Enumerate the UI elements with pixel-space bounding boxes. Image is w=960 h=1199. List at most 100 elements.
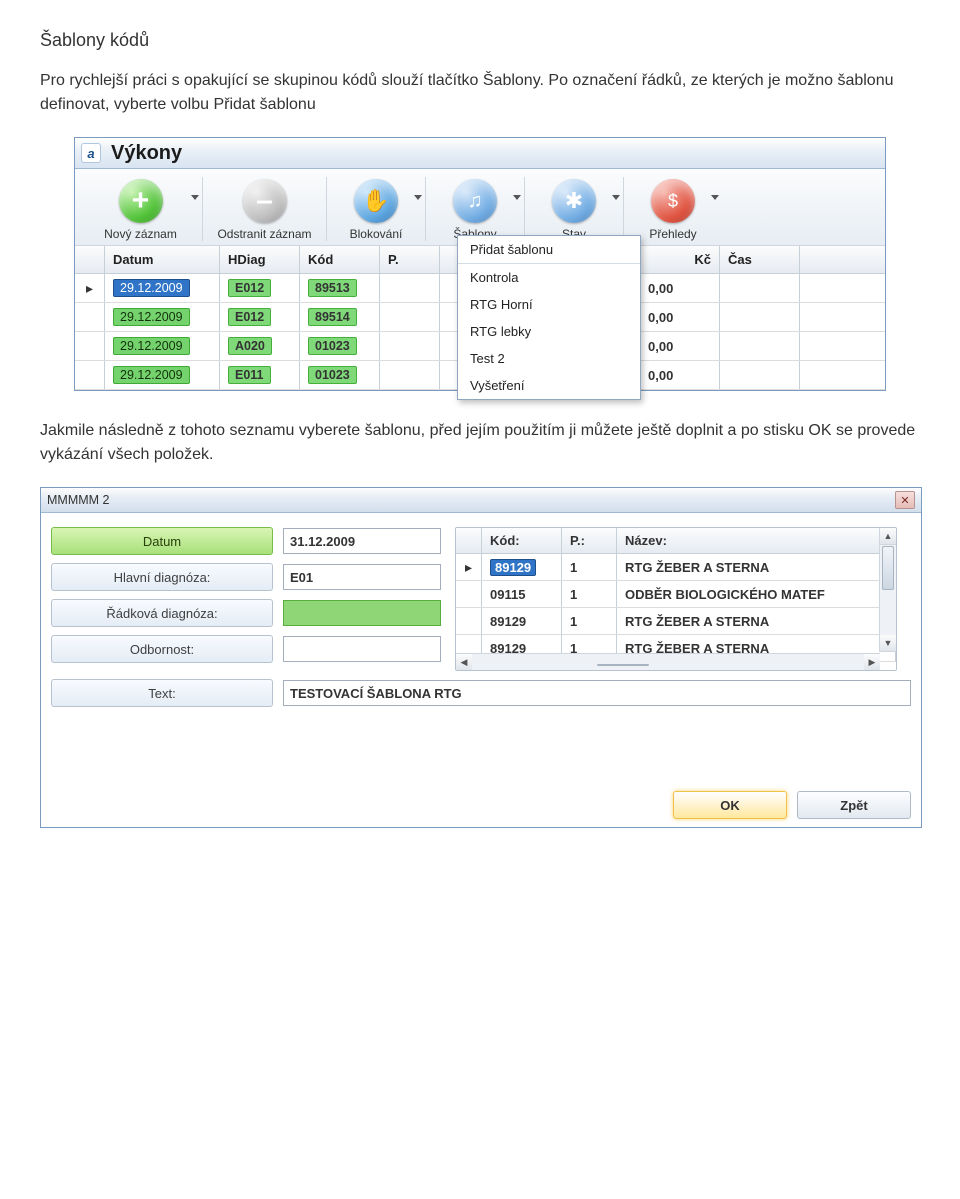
- intro-paragraph-1: Pro rychlejší práci s opakující se skupi…: [40, 69, 920, 117]
- new-record-label: Nový záznam: [104, 227, 177, 241]
- chevron-down-icon[interactable]: [414, 195, 422, 200]
- cell-nazev: RTG ŽEBER A STERNA: [617, 608, 896, 634]
- right-table-header: Kód: P.: Název:: [456, 528, 896, 554]
- window-vykony: a Výkony + Nový záznam – Odstranit zázna…: [74, 137, 886, 391]
- scroll-thumb[interactable]: [882, 546, 894, 590]
- chevron-down-icon[interactable]: [612, 195, 620, 200]
- th-p[interactable]: P.: [380, 246, 440, 273]
- cell-nazev: RTG ŽEBER A STERNA: [617, 554, 896, 580]
- window-title: Výkony: [111, 142, 182, 165]
- input-text[interactable]: TESTOVACÍ ŠABLONA RTG: [283, 680, 911, 706]
- toolbar: + Nový záznam – Odstranit záznam ✋ Bloko…: [75, 169, 885, 246]
- th-hdiag[interactable]: HDiag: [220, 246, 300, 273]
- intro-paragraph-2: Jakmile následně z tohoto seznamu vybere…: [40, 419, 920, 467]
- table-row[interactable]: 89129 1 RTG ŽEBER A STERNA: [456, 608, 896, 635]
- note-icon: ♫: [453, 179, 497, 223]
- remove-record-label: Odstranit záznam: [217, 227, 311, 241]
- dropdown-item-rtg-horni[interactable]: RTG Horní: [458, 291, 640, 318]
- label-text: Text:: [51, 679, 273, 707]
- dropdown-item-add-template[interactable]: Přidat šablonu: [458, 236, 640, 264]
- cell-kod: 09115: [482, 581, 562, 607]
- dropdown-item-rtg-lebky[interactable]: RTG lebky: [458, 318, 640, 345]
- window-titlebar: a Výkony: [75, 138, 885, 169]
- vertical-scrollbar[interactable]: ▲ ▼: [879, 528, 896, 652]
- remove-record-button[interactable]: – Odstranit záznam: [203, 173, 326, 245]
- th-nazev[interactable]: Název:: [617, 528, 896, 553]
- plus-icon: +: [119, 179, 163, 223]
- row-pointer-icon: ▸: [465, 559, 472, 576]
- app-icon: a: [81, 143, 101, 163]
- back-button[interactable]: Zpět: [797, 791, 911, 819]
- cell-kc: 0,00: [640, 332, 720, 360]
- cell-hdiag: E011: [228, 366, 271, 384]
- cell-kod: 01023: [308, 337, 357, 355]
- table-row[interactable]: ▸ 89129 1 RTG ŽEBER A STERNA: [456, 554, 896, 581]
- reports-label: Přehledy: [649, 227, 696, 241]
- cell-kc: 0,00: [640, 274, 720, 302]
- scroll-down-icon[interactable]: ▼: [880, 635, 896, 652]
- cell-p: 1: [562, 554, 617, 580]
- label-radkova: Řádková diagnóza:: [51, 599, 273, 627]
- th-cas[interactable]: Čas: [720, 246, 800, 273]
- section-heading: Šablony kódů: [40, 30, 920, 51]
- cell-hdiag: A020: [228, 337, 272, 355]
- cell-datum: 29.12.2009: [113, 279, 190, 297]
- chevron-down-icon[interactable]: [711, 195, 719, 200]
- block-label: Blokování: [350, 227, 403, 241]
- scroll-right-icon[interactable]: ▶: [864, 654, 880, 670]
- block-button[interactable]: ✋ Blokování: [327, 173, 425, 245]
- cell-kod: 01023: [308, 366, 357, 384]
- chevron-down-icon[interactable]: [513, 195, 521, 200]
- cell-kod: 89129: [482, 608, 562, 634]
- cell-p: 1: [562, 608, 617, 634]
- dropdown-item-test2[interactable]: Test 2: [458, 345, 640, 372]
- cell-hdiag: E012: [228, 308, 271, 326]
- scroll-left-icon[interactable]: ◀: [456, 654, 472, 670]
- input-radkova[interactable]: [283, 600, 441, 626]
- minus-icon: –: [243, 179, 287, 223]
- cell-datum: 29.12.2009: [113, 337, 190, 355]
- cell-hdiag: E012: [228, 279, 271, 297]
- scroll-up-icon[interactable]: ▲: [880, 528, 896, 545]
- input-datum[interactable]: 31.12.2009: [283, 528, 441, 554]
- cell-p: 1: [562, 581, 617, 607]
- hand-icon: ✋: [354, 179, 398, 223]
- th-kod2[interactable]: Kód:: [482, 528, 562, 553]
- th-kc[interactable]: Kč: [640, 246, 720, 273]
- bag-icon: $: [651, 179, 695, 223]
- cell-datum: 29.12.2009: [113, 366, 190, 384]
- ok-button[interactable]: OK: [673, 791, 787, 819]
- dropdown-item-kontrola[interactable]: Kontrola: [458, 264, 640, 291]
- scroll-thumb[interactable]: [597, 664, 649, 666]
- horizontal-scrollbar[interactable]: ◀ ▶: [456, 653, 880, 670]
- dialog-template: MMMMM 2 ✕ Datum 31.12.2009 Hlavní diagnó…: [40, 487, 922, 828]
- cell-kc: 0,00: [640, 303, 720, 331]
- row-pointer-icon: ▸: [86, 280, 93, 297]
- right-table: Kód: P.: Název: ▸ 89129 1 RTG ŽEBER A ST…: [455, 527, 897, 671]
- cell-kod: 89513: [308, 279, 357, 297]
- label-datum: Datum: [51, 527, 273, 555]
- cell-kc: 0,00: [640, 361, 720, 389]
- form-left: Datum 31.12.2009 Hlavní diagnóza: E01 Řá…: [51, 527, 441, 671]
- close-button[interactable]: ✕: [895, 491, 915, 509]
- new-record-button[interactable]: + Nový záznam: [79, 173, 202, 245]
- dialog-titlebar: MMMMM 2 ✕: [41, 488, 921, 513]
- th-datum[interactable]: Datum: [105, 246, 220, 273]
- dialog-title: MMMMM 2: [47, 493, 110, 507]
- input-hlavni[interactable]: E01: [283, 564, 441, 590]
- cell-nazev: ODBĚR BIOLOGICKÉHO MATEF: [617, 581, 896, 607]
- cell-kod: 89514: [308, 308, 357, 326]
- th-kod[interactable]: Kód: [300, 246, 380, 273]
- cell-kod: 89129: [490, 559, 536, 576]
- input-odbornost[interactable]: [283, 636, 441, 662]
- dropdown-item-vysetreni[interactable]: Vyšetření: [458, 372, 640, 399]
- cell-datum: 29.12.2009: [113, 308, 190, 326]
- star-icon: ✱: [552, 179, 596, 223]
- chevron-down-icon[interactable]: [191, 195, 199, 200]
- templates-dropdown: Přidat šablonu Kontrola RTG Horní RTG le…: [457, 235, 641, 400]
- close-icon: ✕: [900, 494, 909, 507]
- table-row[interactable]: 09115 1 ODBĚR BIOLOGICKÉHO MATEF: [456, 581, 896, 608]
- label-odbornost: Odbornost:: [51, 635, 273, 663]
- th-p2[interactable]: P.:: [562, 528, 617, 553]
- label-hlavni: Hlavní diagnóza:: [51, 563, 273, 591]
